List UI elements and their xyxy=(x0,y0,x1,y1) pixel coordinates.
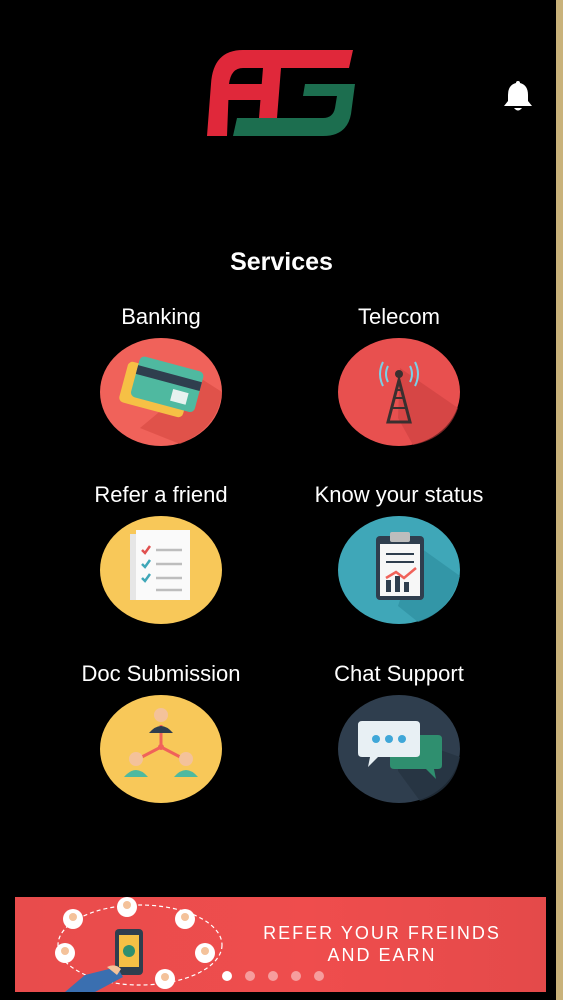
service-banking[interactable]: Banking xyxy=(41,302,281,446)
service-label: Doc Submission xyxy=(81,661,241,686)
banner-line-2: AND EARN xyxy=(327,945,437,965)
service-label: Telecom xyxy=(358,304,440,329)
bell-icon[interactable] xyxy=(500,78,536,114)
credit-card-icon xyxy=(100,338,222,446)
service-label: Know your status xyxy=(314,482,484,507)
pagination-dot-3[interactable] xyxy=(268,971,278,981)
service-label: Chat Support xyxy=(334,661,464,686)
network-people-icon xyxy=(100,695,222,803)
pagination-dot-2[interactable] xyxy=(245,971,255,981)
pagination-dot-4[interactable] xyxy=(291,971,301,981)
service-know-status[interactable]: Know your status xyxy=(279,480,519,624)
tower-icon xyxy=(338,338,460,446)
referral-illustration xyxy=(55,897,223,992)
pagination-dot-1[interactable] xyxy=(222,971,232,981)
service-doc-submission[interactable]: Doc Submission xyxy=(41,659,281,803)
service-refer-friend[interactable]: Refer a friend xyxy=(41,480,281,624)
banner-pagination xyxy=(222,971,324,985)
chat-bubbles-icon xyxy=(338,695,460,803)
service-label: Refer a friend xyxy=(94,482,228,507)
window-edge xyxy=(556,0,563,1000)
banner-line-1: REFER YOUR FREINDS xyxy=(263,923,501,943)
service-telecom[interactable]: Telecom xyxy=(279,302,519,446)
banner-text: REFER YOUR FREINDS AND EARN xyxy=(223,922,541,966)
checklist-icon xyxy=(100,516,222,624)
service-chat-support[interactable]: Chat Support xyxy=(279,659,519,803)
pagination-dot-5[interactable] xyxy=(314,971,324,981)
fg-logo xyxy=(207,50,355,136)
service-label: Banking xyxy=(121,304,201,329)
app-screen: Services Banking Telecom Refer a friend … xyxy=(0,0,563,1000)
services-title: Services xyxy=(230,248,333,276)
clipboard-chart-icon xyxy=(338,516,460,624)
